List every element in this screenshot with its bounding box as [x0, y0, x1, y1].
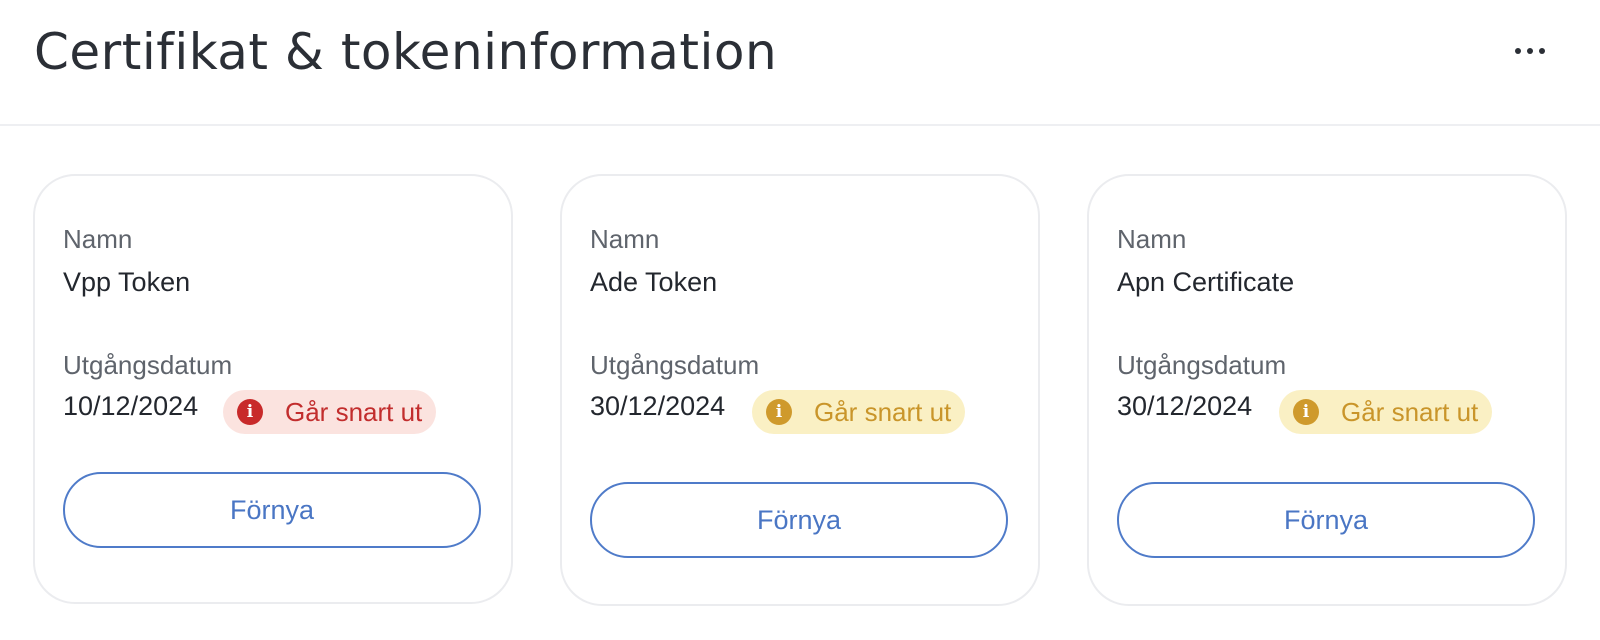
status-badge: i Går snart ut [752, 390, 966, 434]
certificate-card-apn-certificate: Namn Apn Certificate Utgångsdatum 30/12/… [1087, 174, 1567, 606]
expiry-date: 10/12/2024 [63, 391, 199, 421]
expiry-label: Utgångsdatum [1117, 350, 1287, 380]
name-label: Namn [63, 224, 133, 254]
renew-button[interactable]: Förnya [1117, 482, 1535, 558]
expiry-date: 30/12/2024 [590, 391, 726, 421]
page-header: Certifikat & tokeninformation [0, 0, 1600, 126]
expiry-date: 30/12/2024 [1117, 391, 1253, 421]
more-icon-dot [1527, 48, 1533, 54]
certificate-card-vpp-token: Namn Vpp Token Utgångsdatum 10/12/2024 i… [33, 174, 513, 604]
name-label: Namn [1117, 224, 1187, 254]
info-icon: i [766, 399, 792, 425]
more-horizontal-icon [1515, 48, 1521, 54]
status-badge: i Går snart ut [223, 390, 437, 434]
info-icon: i [1293, 399, 1319, 425]
more-icon-dot [1539, 48, 1545, 54]
more-options-button[interactable] [1506, 34, 1554, 68]
renew-button[interactable]: Förnya [63, 472, 481, 548]
status-text: Går snart ut [1341, 396, 1479, 427]
name-label: Namn [590, 224, 660, 254]
page-title: Certifikat & tokeninformation [34, 23, 778, 81]
status-badge: i Går snart ut [1279, 390, 1493, 434]
info-icon: i [237, 399, 263, 425]
expiry-label: Utgångsdatum [63, 350, 233, 380]
expiry-label: Utgångsdatum [590, 350, 760, 380]
status-text: Går snart ut [285, 396, 423, 427]
renew-button[interactable]: Förnya [590, 482, 1008, 558]
certificate-name: Ade Token [590, 267, 718, 297]
certificate-card-ade-token: Namn Ade Token Utgångsdatum 30/12/2024 i… [560, 174, 1040, 606]
status-text: Går snart ut [814, 396, 952, 427]
certificate-name: Vpp Token [63, 267, 191, 297]
certificate-name: Apn Certificate [1117, 267, 1295, 297]
